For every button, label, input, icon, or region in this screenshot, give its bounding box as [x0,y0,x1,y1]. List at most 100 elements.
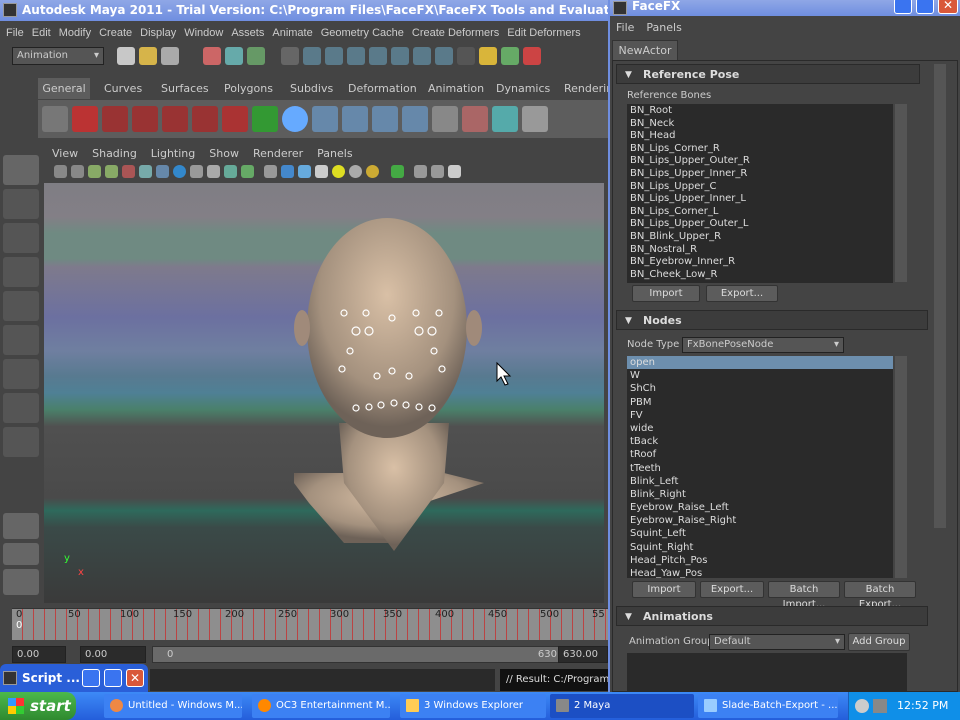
viewport-menu-show[interactable]: Show [209,147,239,160]
sphere-icon[interactable] [282,106,308,132]
list-item[interactable]: BN_Lips_Upper_Outer_R [627,155,893,168]
clapper-icon[interactable] [42,106,68,132]
field-chart-icon[interactable] [207,164,220,178]
scale-tool-icon[interactable] [3,325,39,355]
isolate-select-icon[interactable] [391,164,404,178]
hypershade-icon[interactable] [192,106,218,132]
use-all-lights-icon[interactable] [349,164,362,178]
taskbar-item[interactable]: 2 Maya [550,694,694,718]
bind-icon[interactable] [372,106,398,132]
tab-newactor[interactable]: NewActor [612,40,678,60]
2d-pan-icon[interactable] [122,164,135,178]
panel-scrollbar[interactable] [934,64,946,528]
soft-mod-tool-icon[interactable] [3,393,39,423]
list-item[interactable]: Blink_Left [627,475,893,488]
list-item[interactable]: BN_Lips_Upper_Outer_L [627,218,893,231]
nodes-header[interactable]: Nodes [616,310,928,331]
safe-action-icon[interactable] [224,164,237,178]
joint-icon[interactable] [312,106,338,132]
list-item[interactable]: Eyebrow_Raise_Left [627,501,893,514]
ik-icon[interactable] [342,106,368,132]
list-item[interactable]: open [627,356,893,370]
skin-icon[interactable] [402,106,428,132]
shadows-icon[interactable] [366,164,379,178]
move-tool-icon[interactable] [3,257,39,287]
viewport-menu-renderer[interactable]: Renderer [253,147,303,160]
wireframe-on-shaded-icon[interactable] [298,164,311,178]
viewport-menu-lighting[interactable]: Lighting [151,147,195,160]
shelf-tab-surfaces[interactable]: Surfaces [161,78,209,99]
command-line[interactable] [150,669,495,691]
image-plane-icon[interactable] [105,164,118,178]
bookmark-icon[interactable] [88,164,101,178]
taskbar-item[interactable]: 3 Windows Explorer [400,694,546,718]
magnet-icon[interactable] [222,106,248,132]
list-item[interactable]: BN_Lips_Upper_Inner_L [627,193,893,206]
close-button[interactable]: ✕ [126,669,144,687]
list-item[interactable]: BN_Blink_Upper_R [627,231,893,244]
help-question-icon[interactable] [457,47,475,65]
graph-editor-icon[interactable] [432,106,458,132]
start-time-field[interactable]: 0.00 [12,646,66,663]
rotate-tool-icon[interactable] [3,291,39,321]
taskbar-item[interactable]: OC3 Entertainment M... [252,694,390,718]
list-item[interactable]: BN_Lips_Corner_L [627,206,893,219]
textured-icon[interactable] [315,164,328,178]
camera-icon[interactable] [54,164,67,178]
viewport-3d[interactable]: y x [44,183,604,603]
help-icon[interactable] [435,47,453,65]
minimize-button[interactable] [894,0,912,14]
box-icon[interactable] [522,106,548,132]
menu-geometry-cache[interactable]: Geometry Cache [321,27,404,39]
snap-curve-icon[interactable] [303,47,321,65]
render-settings-icon[interactable] [162,106,188,132]
shelf-tab-general[interactable]: General [38,78,90,99]
list-item[interactable]: W [627,369,893,382]
list-item[interactable]: FV [627,409,893,422]
snap-point-icon[interactable] [325,47,343,65]
particles-icon[interactable] [391,47,409,65]
list-item[interactable]: Eyebrow_Raise_Right [627,514,893,527]
menu-animate[interactable]: Animate [272,27,312,39]
menu-edit-deformers[interactable]: Edit Deformers [507,27,580,39]
gate-mask-icon[interactable] [190,164,203,178]
shelf-tab-subdivs[interactable]: Subdivs [290,78,333,99]
open-scene-icon[interactable] [139,47,157,65]
list-item[interactable]: ShCh [627,382,893,395]
film-gate-icon[interactable] [156,164,169,178]
bones-export-button[interactable]: Export... [706,285,778,302]
single-pane-layout-icon[interactable] [3,513,39,539]
nodes-import-button[interactable]: Import [632,581,696,598]
bones-scrollbar[interactable] [895,104,907,282]
network-icon[interactable] [855,699,869,713]
lock-icon[interactable] [479,47,497,65]
animations-header[interactable]: Animations [616,606,928,627]
resolution-gate-icon[interactable] [173,164,186,178]
list-item[interactable]: BN_Lips_Upper_C [627,181,893,194]
ipr-icon[interactable] [132,106,158,132]
maximize-button[interactable] [916,0,934,14]
reference-pose-header[interactable]: Reference Pose [616,64,920,85]
shelf-tab-animation[interactable]: Animation [428,78,484,99]
help-icon[interactable] [72,106,98,132]
share-icon[interactable] [448,164,461,178]
animations-list[interactable] [627,653,907,692]
arrow-icon[interactable] [252,106,278,132]
render-icon[interactable] [102,106,128,132]
head-model[interactable] [44,183,604,603]
time-slider[interactable]: 0 50 100 150 200 250 300 350 400 450 500 55 0 [12,608,608,640]
facefx-menu-panels[interactable]: Panels [646,21,681,34]
list-item[interactable]: BN_Lips_Corner_R [627,143,893,156]
select-hierarchy-icon[interactable] [203,47,221,65]
shelf-tab-polygons[interactable]: Polygons [224,78,273,99]
viewport-menu-view[interactable]: View [52,147,78,160]
four-pane-layout-icon[interactable] [3,543,39,565]
manipulator-tool-icon[interactable] [3,359,39,389]
list-item[interactable]: BN_Eyebrow_Inner_R [627,256,893,269]
restore-button[interactable] [82,669,100,687]
facefx-title-bar[interactable]: FaceFX ✕ [610,0,960,16]
viewport-menu-shading[interactable]: Shading [92,147,137,160]
snap-plane-icon[interactable] [347,47,365,65]
maximize-button[interactable] [104,669,122,687]
menu-assets[interactable]: Assets [231,27,264,39]
